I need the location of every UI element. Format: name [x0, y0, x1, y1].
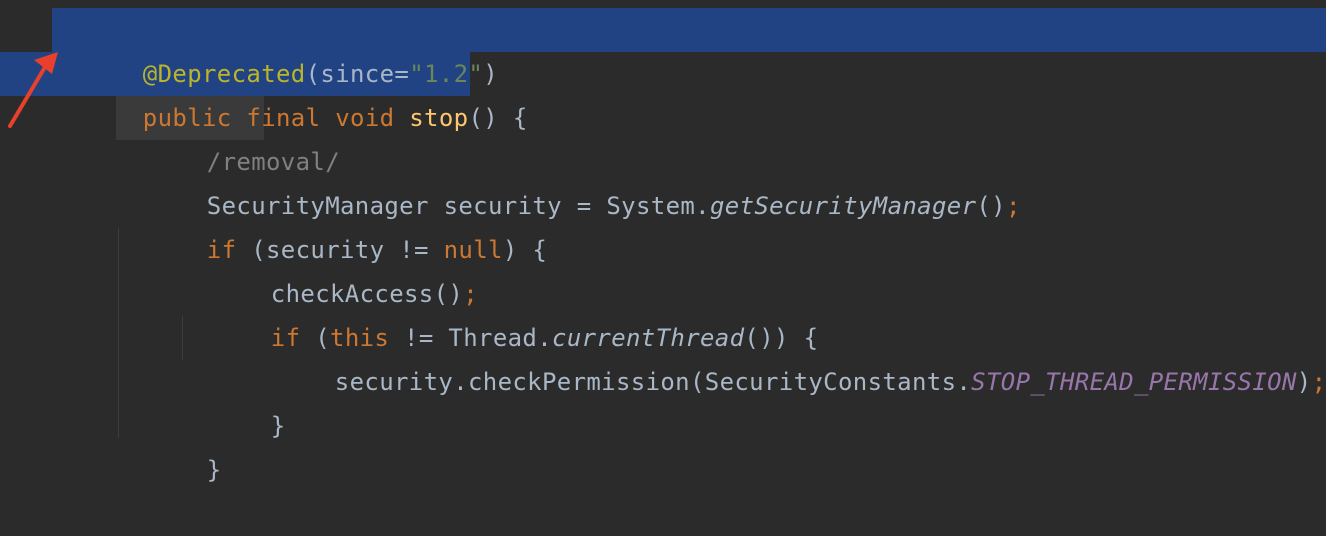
- code-line-7[interactable]: if (this != Thread.currentThread()) {: [0, 272, 1326, 352]
- red-arrow-icon: [8, 52, 58, 128]
- code-line-3[interactable]: /removal/: [0, 96, 1326, 176]
- code-line-6[interactable]: checkAccess();: [0, 228, 1326, 308]
- code-line-5[interactable]: if (security != null) {: [0, 184, 1326, 264]
- code-editor[interactable]: @Deprecated(since="1.2") public final vo…: [0, 0, 1326, 484]
- code-line-8[interactable]: security.checkPermission(SecurityConstan…: [0, 316, 1326, 396]
- code-line-2[interactable]: public final void stop() {: [0, 52, 1326, 132]
- code-line-4[interactable]: SecurityManager security = System.getSec…: [0, 140, 1326, 220]
- code-line-1[interactable]: @Deprecated(since="1.2"): [0, 8, 1326, 88]
- code-line-9[interactable]: }: [0, 360, 1326, 440]
- closing-brace-token: }: [206, 456, 222, 484]
- code-line-10[interactable]: }: [0, 404, 1326, 484]
